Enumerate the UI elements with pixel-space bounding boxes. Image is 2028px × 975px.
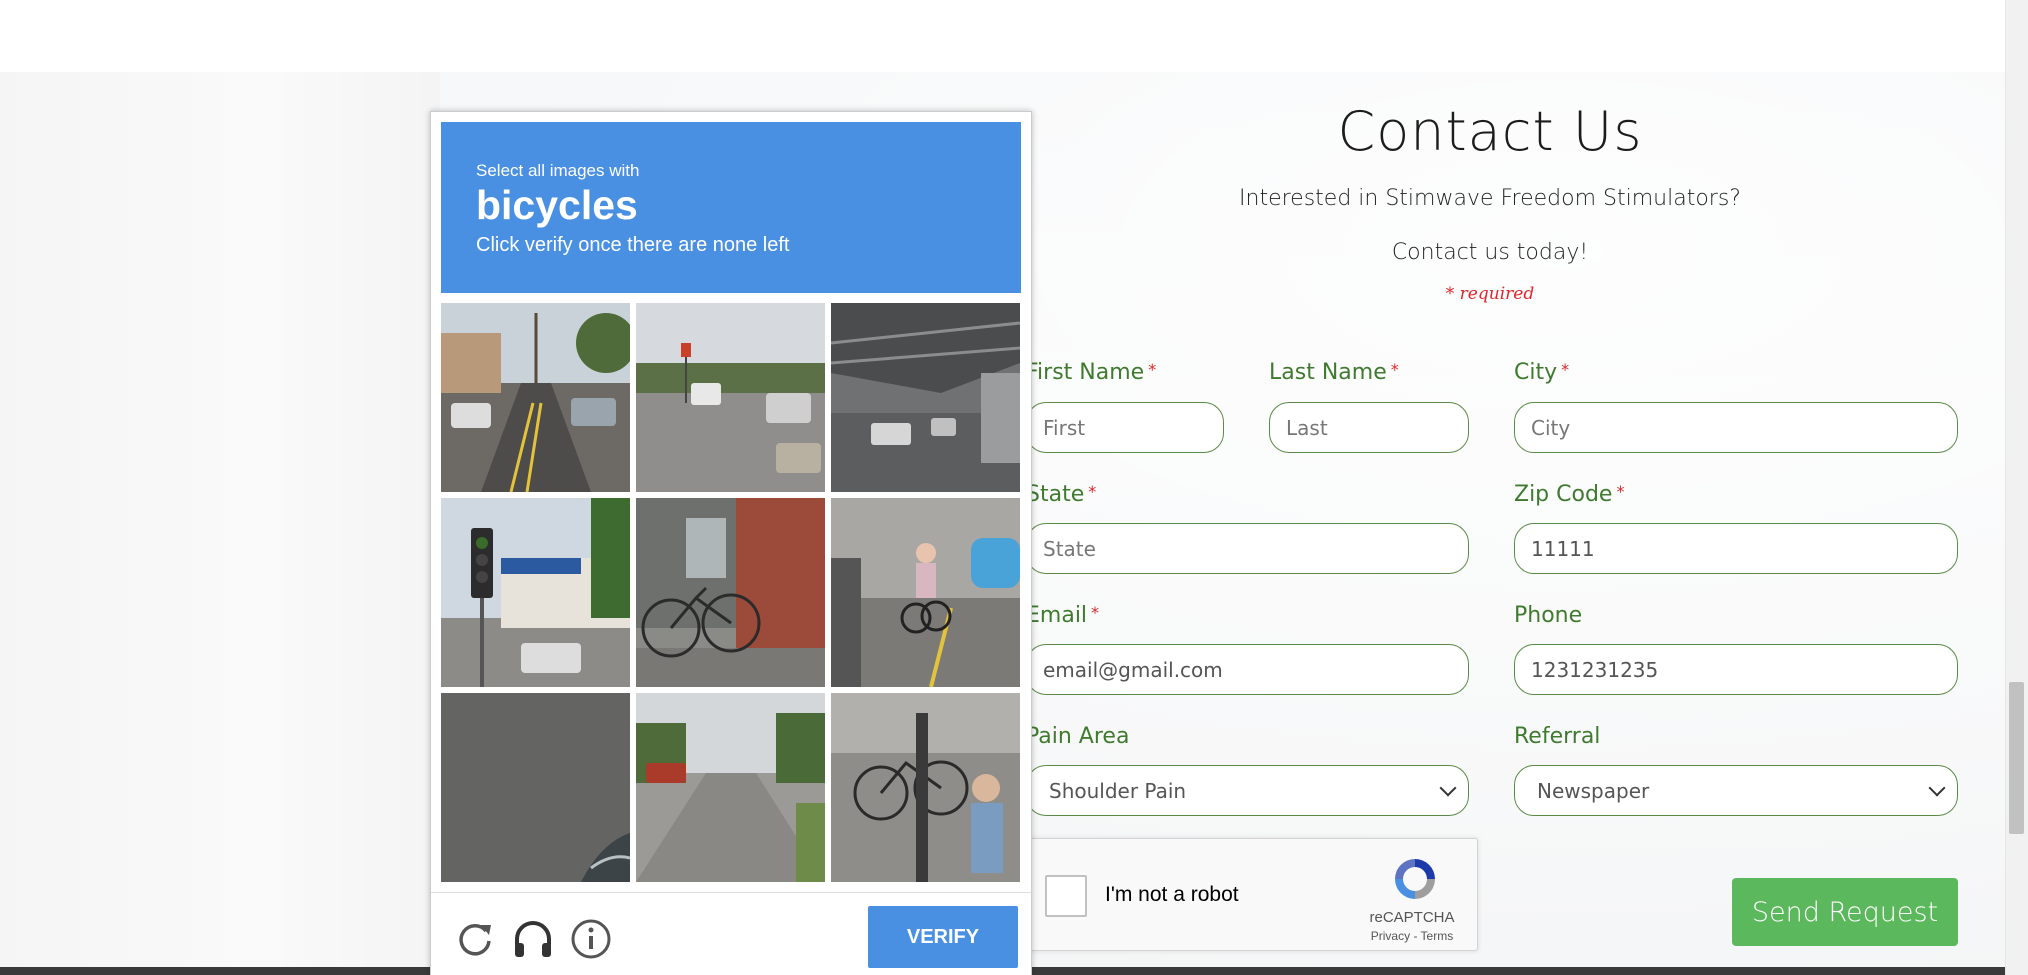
woman-portrait-image [0, 72, 440, 967]
phone-label: Phone [1514, 603, 1583, 628]
headphones-icon[interactable] [511, 917, 555, 961]
pain-area-label: Pain Area [1026, 724, 1130, 749]
city-label: City * [1514, 360, 1570, 385]
captcha-tile[interactable] [636, 498, 825, 687]
required-star: * [1561, 360, 1570, 379]
challenge-target: bicycles [476, 182, 638, 228]
pain-area-select[interactable]: Shoulder Pain [1026, 765, 1469, 816]
send-request-button[interactable]: Send Request [1732, 878, 1958, 946]
captcha-tile[interactable] [831, 693, 1020, 882]
required-star: * [1390, 360, 1399, 379]
reload-icon[interactable] [453, 917, 497, 961]
challenge-header: Select all images with bicycles Click ve… [441, 122, 1021, 293]
challenge-footer: VERIFY [431, 892, 1031, 975]
captcha-challenge: Select all images with bicycles Click ve… [430, 111, 1032, 975]
verify-button[interactable]: VERIFY [868, 906, 1018, 968]
required-star: * [1616, 482, 1625, 501]
city-input[interactable] [1514, 402, 1958, 453]
state-label: State * [1026, 482, 1097, 507]
first-name-label: First Name * [1026, 360, 1157, 385]
recaptcha-checkbox[interactable] [1045, 875, 1087, 917]
referral-select[interactable]: Newspaper [1514, 765, 1958, 816]
captcha-tile[interactable] [636, 693, 825, 882]
recaptcha-brand: reCAPTCHA [1369, 909, 1455, 926]
required-star: * [1148, 360, 1157, 379]
last-name-input[interactable] [1269, 402, 1469, 453]
contact-title: Contact Us [1337, 100, 1643, 163]
contact-cta: Contact us today! [1391, 240, 1589, 265]
last-name-label: Last Name * [1269, 360, 1399, 385]
captcha-tile[interactable] [441, 303, 630, 492]
captcha-tile[interactable] [831, 498, 1020, 687]
captcha-tile[interactable] [441, 693, 630, 882]
required-star: * [1088, 482, 1097, 501]
state-input[interactable] [1026, 523, 1469, 574]
first-name-input[interactable] [1026, 402, 1224, 453]
challenge-instruction: Select all images with [476, 161, 640, 180]
recaptcha-logo-icon [1395, 859, 1435, 899]
recaptcha-widget: I'm not a robot reCAPTCHA Privacy - Term… [1024, 838, 1478, 951]
scrollbar-thumb[interactable] [2009, 682, 2024, 834]
phone-input[interactable] [1514, 644, 1958, 695]
page: Contact Us Interested in Stimwave Freedo… [0, 0, 2028, 975]
chevron-down-icon [1928, 779, 1946, 797]
email-label: Email * [1026, 603, 1100, 628]
zip-code-label: Zip Code * [1514, 482, 1625, 507]
required-note: * required [1445, 284, 1535, 304]
captcha-tile[interactable] [441, 498, 630, 687]
email-input[interactable] [1026, 644, 1469, 695]
recaptcha-privacy-terms[interactable]: Privacy - Terms [1345, 929, 1479, 943]
required-star: * [1091, 603, 1100, 622]
referral-label: Referral [1514, 724, 1601, 749]
contact-subtitle: Interested in Stimwave Freedom Stimulato… [1239, 186, 1741, 211]
info-icon[interactable] [569, 917, 613, 961]
recaptcha-label: I'm not a robot [1105, 883, 1239, 906]
challenge-hint: Click verify once there are none left [476, 234, 790, 256]
captcha-tile[interactable] [636, 303, 825, 492]
zip-code-input[interactable] [1514, 523, 1958, 574]
captcha-tile[interactable] [831, 303, 1020, 492]
chevron-down-icon [1439, 779, 1457, 797]
